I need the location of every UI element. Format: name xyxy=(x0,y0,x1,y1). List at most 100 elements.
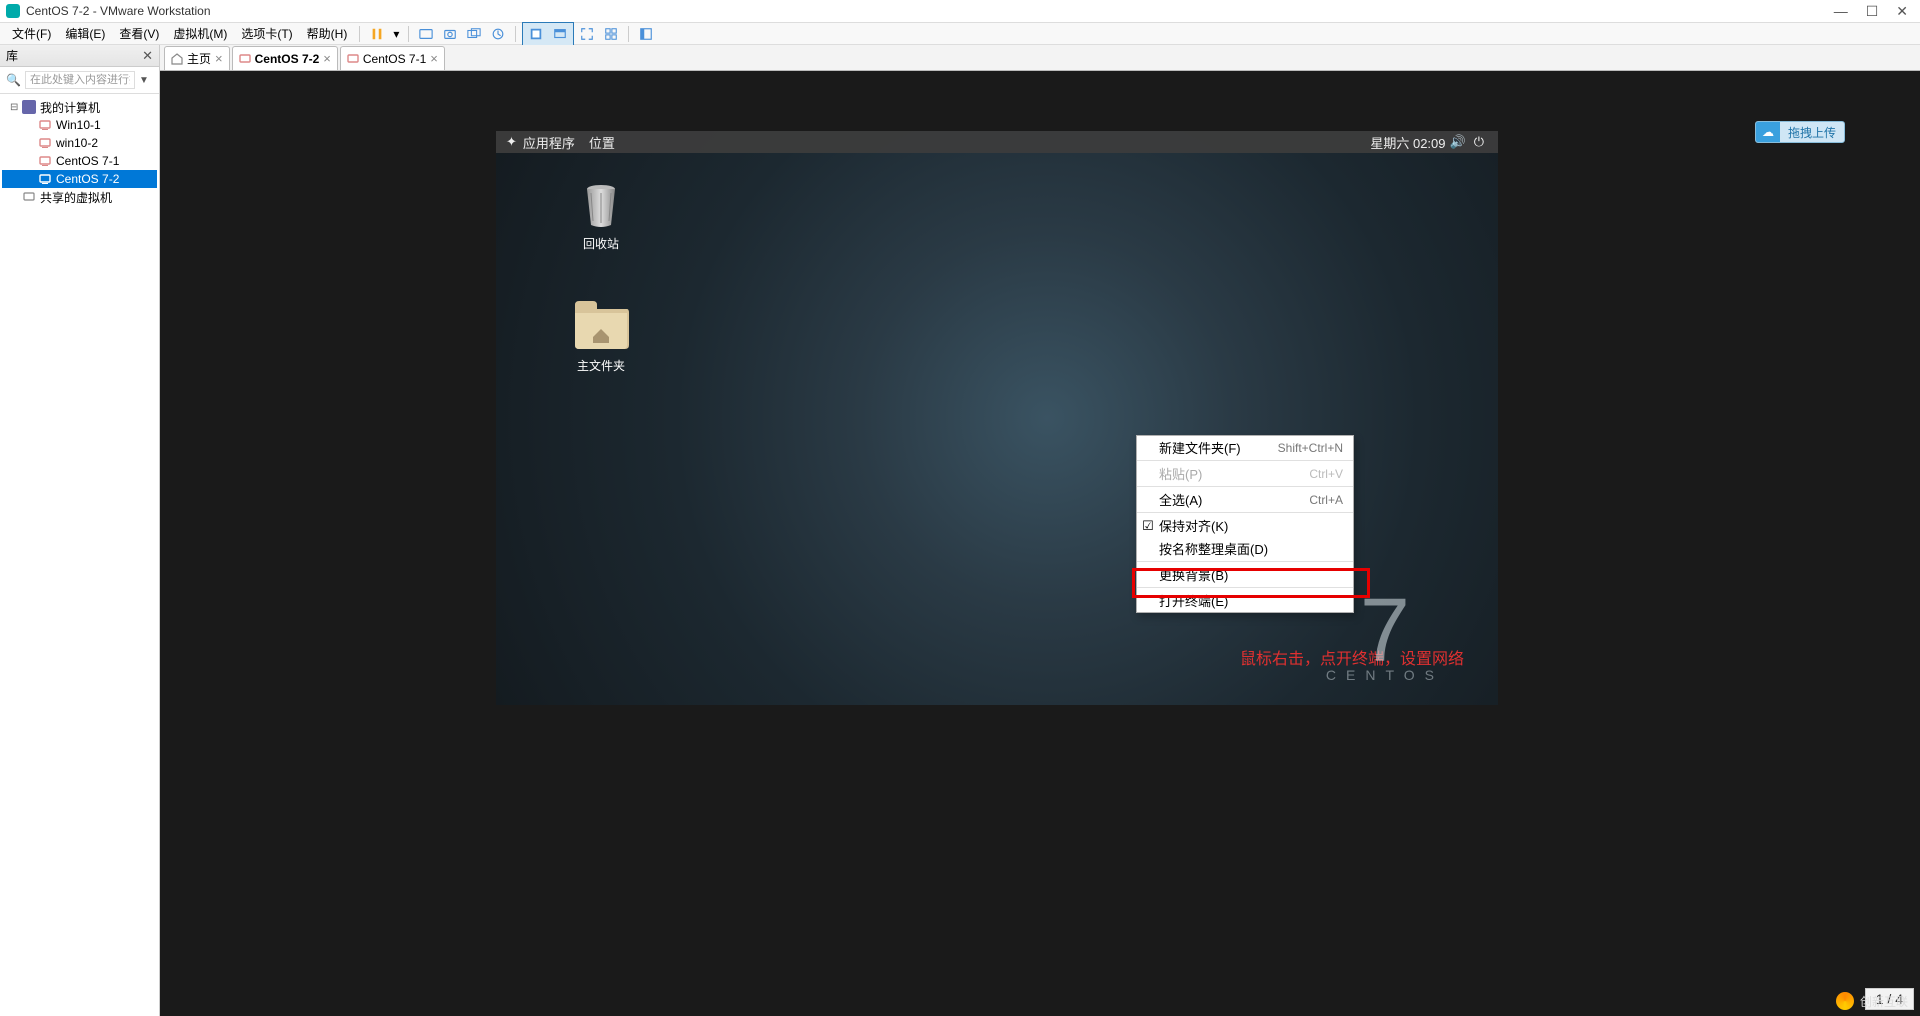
separator xyxy=(1137,486,1353,487)
console-view-icon[interactable] xyxy=(549,24,571,44)
ctx-label: 粘贴(P) xyxy=(1159,464,1202,483)
ctx-label: 保持对齐(K) xyxy=(1159,516,1228,535)
separator xyxy=(628,26,629,42)
tab-centos72[interactable]: CentOS 7-2 × xyxy=(232,46,338,70)
unity-icon[interactable] xyxy=(600,24,622,44)
brand-logo-icon xyxy=(1836,992,1854,1010)
separator xyxy=(408,26,409,42)
desktop-home[interactable]: 主文件夹 xyxy=(556,299,646,374)
ctx-label: 新建文件夹(F) xyxy=(1159,438,1241,457)
vm-icon xyxy=(239,53,251,65)
menubar: 文件(F) 编辑(E) 查看(V) 虚拟机(M) 选项卡(T) 帮助(H) ▾ xyxy=(0,23,1920,45)
library-search-input[interactable] xyxy=(25,71,135,89)
panel-places[interactable]: 位置 xyxy=(589,133,615,152)
revert-icon[interactable] xyxy=(487,24,509,44)
fit-window-icon[interactable] xyxy=(525,24,547,44)
tree-label: CentOS 7-2 xyxy=(56,172,119,186)
collapse-icon[interactable]: ⊟ xyxy=(10,102,22,113)
tree-vm-centos71[interactable]: CentOS 7-1 xyxy=(2,152,157,170)
vm-icon xyxy=(38,118,52,132)
snapshot-manager-icon[interactable] xyxy=(463,24,485,44)
checkbox-checked-icon: ☑ xyxy=(1141,518,1155,534)
power-icon[interactable]: ⏻ xyxy=(1474,134,1484,150)
vm-stage-outer: ✦ 应用程序 位置 星期六 02:09 🔊 ⏻ 回收站 xyxy=(160,71,1920,1016)
separator xyxy=(1137,561,1353,562)
library-pane: 库 ✕ 🔍 ▼ ⊟ 我的计算机 Win10-1 win10-2 CentOS 7… xyxy=(0,45,160,1016)
centos-brand: CENTOS xyxy=(1326,667,1444,683)
tab-bar: 主页 × CentOS 7-2 × CentOS 7-1 × xyxy=(160,45,1920,71)
menu-vm[interactable]: 虚拟机(M) xyxy=(167,23,233,44)
centos-logo-icon: ✦ xyxy=(506,134,517,150)
menu-edit[interactable]: 编辑(E) xyxy=(59,23,111,44)
ctx-open-terminal[interactable]: 打开终端(E) xyxy=(1137,589,1353,612)
tree-label: win10-2 xyxy=(56,136,98,150)
pause-button[interactable] xyxy=(366,24,388,44)
tree-label: 我的计算机 xyxy=(40,99,100,116)
trash-icon xyxy=(577,181,625,229)
ctx-change-background[interactable]: 更换背景(B) xyxy=(1137,563,1353,586)
menu-file[interactable]: 文件(F) xyxy=(6,23,57,44)
volume-icon[interactable]: 🔊 xyxy=(1450,134,1466,150)
vm-guest-screen[interactable]: ✦ 应用程序 位置 星期六 02:09 🔊 ⏻ 回收站 xyxy=(496,131,1498,705)
app-icon xyxy=(6,4,20,18)
tree-vm-win10-2[interactable]: win10-2 xyxy=(2,134,157,152)
vm-icon xyxy=(38,136,52,150)
tab-home[interactable]: 主页 × xyxy=(164,46,230,70)
menu-help[interactable]: 帮助(H) xyxy=(301,23,354,44)
ctx-label: 全选(A) xyxy=(1159,490,1202,509)
library-close-icon[interactable]: ✕ xyxy=(142,48,153,64)
ctx-organize[interactable]: 按名称整理桌面(D) xyxy=(1137,537,1353,560)
brand-watermark: 创新互联 xyxy=(1836,992,1908,1010)
ctx-label: 按名称整理桌面(D) xyxy=(1159,539,1268,558)
separator xyxy=(515,26,516,42)
tab-close-icon[interactable]: × xyxy=(215,51,223,66)
tree-label: Win10-1 xyxy=(56,118,101,132)
panel-clock[interactable]: 星期六 02:09 xyxy=(1370,133,1445,152)
centos-watermark: 7 CENTOS xyxy=(1326,595,1444,683)
cloud-upload-button[interactable]: ☁ 拖拽上传 xyxy=(1755,121,1845,143)
dropdown-icon[interactable]: ▾ xyxy=(390,24,402,44)
tab-label: CentOS 7-2 xyxy=(255,52,320,66)
thumbnail-bar-icon[interactable] xyxy=(635,24,657,44)
minimize-button[interactable]: — xyxy=(1834,3,1848,20)
tree-label: 共享的虚拟机 xyxy=(40,189,112,206)
ctx-shortcut: Shift+Ctrl+N xyxy=(1278,441,1343,455)
window-titlebar: CentOS 7-2 - VMware Workstation — ☐ ✕ xyxy=(0,0,1920,23)
ctx-select-all[interactable]: 全选(A) Ctrl+A xyxy=(1137,488,1353,511)
library-tree: ⊟ 我的计算机 Win10-1 win10-2 CentOS 7-1 CentO… xyxy=(0,94,159,210)
ctx-shortcut: Ctrl+A xyxy=(1309,493,1343,507)
tree-vm-win10-1[interactable]: Win10-1 xyxy=(2,116,157,134)
fullscreen-icon[interactable] xyxy=(576,24,598,44)
vm-icon xyxy=(347,53,359,65)
tree-vm-centos72[interactable]: CentOS 7-2 xyxy=(2,170,157,188)
tab-close-icon[interactable]: × xyxy=(430,51,438,66)
ctx-label: 打开终端(E) xyxy=(1159,591,1228,610)
tree-root-mycomputer[interactable]: ⊟ 我的计算机 xyxy=(2,98,157,116)
separator xyxy=(1137,460,1353,461)
menu-tabs[interactable]: 选项卡(T) xyxy=(235,23,298,44)
brand-text: 创新互联 xyxy=(1860,993,1908,1010)
library-header: 库 ✕ xyxy=(0,45,159,67)
cloud-upload-label: 拖拽上传 xyxy=(1780,124,1844,141)
tab-centos71[interactable]: CentOS 7-1 × xyxy=(340,46,445,70)
send-ctrl-alt-del-icon[interactable] xyxy=(415,24,437,44)
menu-view[interactable]: 查看(V) xyxy=(113,23,165,44)
tab-label: CentOS 7-1 xyxy=(363,52,426,66)
desktop-trash[interactable]: 回收站 xyxy=(556,181,646,252)
library-title: 库 xyxy=(6,47,18,64)
snapshot-icon[interactable] xyxy=(439,24,461,44)
folder-home-icon xyxy=(571,299,631,351)
panel-applications[interactable]: 应用程序 xyxy=(523,133,575,152)
close-button[interactable]: ✕ xyxy=(1896,3,1908,20)
desktop-home-label: 主文件夹 xyxy=(577,359,625,373)
ctx-new-folder[interactable]: 新建文件夹(F) Shift+Ctrl+N xyxy=(1137,436,1353,459)
search-dropdown-icon[interactable]: ▼ xyxy=(139,75,149,86)
main-area: 主页 × CentOS 7-2 × CentOS 7-1 × ✦ 应用程序 位置… xyxy=(160,45,1920,1016)
vm-stage[interactable]: ✦ 应用程序 位置 星期六 02:09 🔊 ⏻ 回收站 xyxy=(160,71,1920,1016)
tree-label: CentOS 7-1 xyxy=(56,154,119,168)
ctx-keep-aligned[interactable]: ☑ 保持对齐(K) xyxy=(1137,514,1353,537)
separator xyxy=(359,26,360,42)
tab-close-icon[interactable]: × xyxy=(323,51,331,66)
maximize-button[interactable]: ☐ xyxy=(1866,3,1879,20)
tree-shared[interactable]: 共享的虚拟机 xyxy=(2,188,157,206)
